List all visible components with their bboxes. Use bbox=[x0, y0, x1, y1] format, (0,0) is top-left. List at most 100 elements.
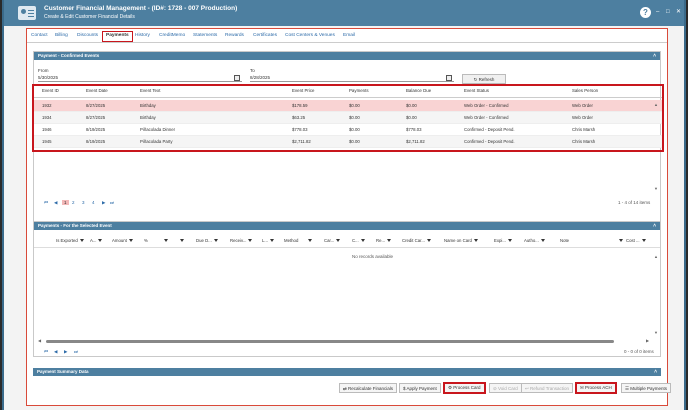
col-a[interactable]: A... bbox=[90, 238, 103, 243]
prev-page-icon[interactable]: ◀ bbox=[54, 200, 57, 206]
cell-sales-person: Web Order bbox=[572, 103, 593, 108]
refund-transaction-button[interactable]: ↩ Refund Transaction bbox=[521, 383, 574, 393]
last-page-icon[interactable]: ⏭ bbox=[74, 349, 78, 354]
tab-contact[interactable]: Contact bbox=[31, 33, 48, 38]
payments-pager-info: 0 - 0 of 0 items bbox=[624, 349, 654, 354]
col-received[interactable]: Receiv... bbox=[230, 238, 253, 243]
recalculate-financials-button[interactable]: ⇄ Recalculate Financials bbox=[339, 383, 398, 393]
table-row[interactable]: 1934 8/27/2025 Birthday $63.25 $0.00 $0.… bbox=[34, 112, 662, 124]
apply-payment-button[interactable]: $ Apply Payment bbox=[399, 383, 441, 393]
scroll-right-icon[interactable]: ▶ bbox=[646, 338, 649, 343]
cell-payments: $0.00 bbox=[349, 103, 360, 108]
tab-rewards[interactable]: Rewards bbox=[225, 33, 244, 38]
to-date-input[interactable]: 8/28/2025 bbox=[250, 74, 454, 82]
col-balance-due[interactable]: Balance Due bbox=[406, 88, 431, 93]
no-records-text: No records available bbox=[352, 254, 394, 259]
void-card-button[interactable]: ⊘ Void Card bbox=[489, 383, 522, 393]
first-page-icon[interactable]: ⏮ bbox=[44, 349, 48, 354]
col-event-id[interactable]: Event ID bbox=[42, 88, 59, 93]
title-bar: Customer Financial Management - (ID#: 17… bbox=[4, 0, 684, 26]
tab-certificates[interactable]: Certificates bbox=[253, 33, 277, 38]
collapse-icon[interactable]: ˄ bbox=[653, 52, 656, 60]
page-4[interactable]: 4 bbox=[92, 200, 95, 205]
to-label: To bbox=[250, 68, 255, 73]
tab-payments[interactable]: Payments bbox=[102, 31, 133, 42]
cell-balance-due: $0.00 bbox=[406, 103, 417, 108]
col-due-date[interactable]: Due D... bbox=[196, 238, 218, 243]
table-row[interactable]: 1945 8/19/2025 Piñacolada Party $2,711.8… bbox=[34, 136, 662, 148]
horizontal-scrollbar[interactable] bbox=[46, 340, 614, 343]
cell-payments: $0.00 bbox=[349, 115, 360, 120]
table-row[interactable]: 1932 8/27/2025 Birthday $178.59 $0.00 $0… bbox=[34, 100, 662, 112]
cell-event-price: $63.25 bbox=[292, 115, 306, 120]
table-row[interactable]: 1946 8/19/2025 Piñacolada Dinner $778.03… bbox=[34, 124, 662, 136]
col-note[interactable]: Note bbox=[560, 238, 624, 243]
col-re[interactable]: Re... bbox=[376, 238, 392, 243]
col-card[interactable]: Car... bbox=[324, 238, 341, 243]
collapse-icon[interactable]: ˄ bbox=[654, 368, 657, 376]
col-amount[interactable]: Amount bbox=[112, 238, 133, 243]
col-cost[interactable]: Cost ... bbox=[626, 238, 646, 243]
scroll-up-icon[interactable]: ▲ bbox=[654, 254, 658, 259]
next-page-icon[interactable]: ▶ bbox=[64, 349, 67, 355]
col-credit-card[interactable]: Credit Car... bbox=[402, 238, 431, 243]
process-ach-button[interactable]: ✉ Process ACH bbox=[575, 382, 617, 394]
filter-icon bbox=[98, 239, 103, 243]
filter-icon bbox=[426, 239, 431, 243]
col-sales-person[interactable]: Sales Person bbox=[572, 88, 598, 93]
col-is-exported[interactable]: Is Exported bbox=[56, 238, 84, 243]
refresh-button[interactable]: ↻ Refresh bbox=[462, 74, 506, 84]
scroll-left-icon[interactable]: ◀ bbox=[38, 338, 41, 343]
col-c[interactable]: C... bbox=[352, 238, 365, 243]
next-page-icon[interactable]: ▶ bbox=[102, 200, 105, 206]
multiple-payments-button[interactable]: ☰ Multiple Payments bbox=[621, 383, 672, 393]
cell-event-id: 1934 bbox=[42, 115, 52, 120]
col-payments[interactable]: Payments bbox=[349, 88, 369, 93]
prev-page-icon[interactable]: ◀ bbox=[54, 349, 57, 355]
help-icon[interactable]: ? bbox=[640, 7, 651, 18]
minimize-button[interactable]: – bbox=[656, 8, 659, 16]
tab-discounts[interactable]: Discounts bbox=[77, 33, 98, 38]
cell-event-price: $2,711.82 bbox=[292, 139, 311, 144]
restore-button[interactable]: □ bbox=[666, 8, 670, 16]
scroll-up-icon[interactable]: ▲ bbox=[654, 102, 658, 107]
page-1[interactable]: 1 bbox=[62, 200, 69, 205]
events-grid-header: Event ID Event Date Event Text Event Pri… bbox=[34, 88, 662, 98]
tab-creditmemo[interactable]: CreditMemo bbox=[159, 33, 185, 38]
payment-summary-panel: Payment Summary Data ˄ bbox=[33, 368, 661, 378]
filter-icon bbox=[79, 239, 84, 243]
col-name-on-card[interactable]: Name on Card bbox=[444, 238, 478, 243]
last-page-icon[interactable]: ⏭ bbox=[110, 200, 114, 205]
tab-cost-centers-venues[interactable]: Cost Centers & Venues bbox=[285, 33, 335, 38]
col-event-status[interactable]: Event Status bbox=[464, 88, 489, 93]
col-event-date[interactable]: Event Date bbox=[86, 88, 108, 93]
filter-icon bbox=[473, 239, 478, 243]
scroll-down-icon[interactable]: ▼ bbox=[654, 186, 658, 191]
col-percent[interactable]: % bbox=[144, 238, 168, 243]
col-l[interactable]: L... bbox=[262, 238, 274, 243]
scroll-down-icon[interactable]: ▼ bbox=[654, 330, 658, 335]
tab-email[interactable]: Email bbox=[343, 33, 355, 38]
col-event-price[interactable]: Event Price bbox=[292, 88, 314, 93]
col-authorization[interactable]: Autho... bbox=[524, 238, 545, 243]
filter-icon bbox=[540, 239, 545, 243]
close-button[interactable]: ✕ bbox=[676, 8, 681, 16]
col-expiration[interactable]: Expi... bbox=[494, 238, 512, 243]
tab-billing[interactable]: Billing bbox=[55, 33, 68, 38]
filter-icon bbox=[180, 239, 184, 243]
page-2[interactable]: 2 bbox=[72, 200, 75, 205]
cell-event-status: Web Order - Confirmed bbox=[464, 103, 509, 108]
tab-statements[interactable]: Statements bbox=[193, 33, 217, 38]
filter-icon bbox=[308, 239, 313, 243]
first-page-icon[interactable]: ⏮ bbox=[44, 200, 48, 205]
calendar-icon[interactable] bbox=[234, 75, 240, 81]
calendar-icon[interactable] bbox=[446, 75, 452, 81]
tab-history[interactable]: History bbox=[135, 33, 150, 38]
collapse-icon[interactable]: ˄ bbox=[653, 222, 656, 230]
col-event-text[interactable]: Event Text bbox=[140, 88, 160, 93]
col-blank[interactable] bbox=[178, 238, 184, 243]
process-card-button[interactable]: ⚙ Process Card bbox=[443, 382, 486, 394]
page-3[interactable]: 3 bbox=[82, 200, 85, 205]
from-date-input[interactable]: 5/30/2025 bbox=[38, 74, 242, 82]
col-method[interactable]: Method bbox=[284, 238, 313, 243]
